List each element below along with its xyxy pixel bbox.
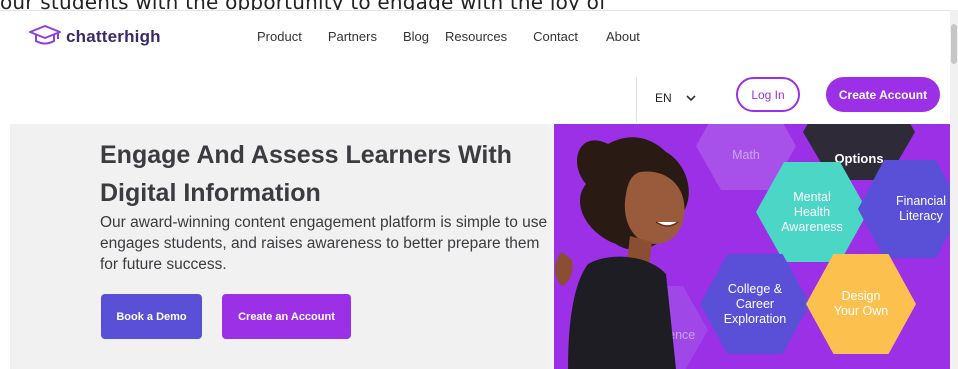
graduation-cap-icon <box>28 24 62 50</box>
create-an-account-button[interactable]: Create an Account <box>222 294 351 339</box>
nav-item-about[interactable]: About <box>606 29 640 44</box>
chevron-down-icon <box>686 91 696 105</box>
nav-item-resources[interactable]: Resources <box>445 29 507 44</box>
site-header: chatterhigh Product Partners Blog Resour… <box>0 10 950 125</box>
book-demo-button[interactable]: Book a Demo <box>101 294 202 339</box>
page-scrollbar[interactable] <box>950 10 958 369</box>
create-account-button[interactable]: Create Account <box>826 77 940 112</box>
logo-text: chatterhigh <box>66 27 161 46</box>
hero-title-line1: Engage And Assess Learners With <box>100 141 512 169</box>
language-selector[interactable]: EN <box>655 91 696 105</box>
hero-text: Engage And Assess Learners With Digital … <box>100 136 560 275</box>
scrollbar-thumb[interactable] <box>951 24 957 64</box>
login-button[interactable]: Log In <box>736 77 800 112</box>
hero-title-line2: Digital Information <box>100 179 321 207</box>
language-value: EN <box>655 91 672 105</box>
nav-item-blog[interactable]: Blog <box>403 29 429 44</box>
nav-item-product[interactable]: Product <box>257 29 302 44</box>
woman-illustration <box>548 124 689 369</box>
logo[interactable]: chatterhigh <box>28 24 161 50</box>
hero-illustration: Math Science Options Mental Health Aware… <box>548 124 950 369</box>
main-menu: Product Partners Blog Resources Contact … <box>257 29 640 44</box>
nav-item-contact[interactable]: Contact <box>533 29 578 44</box>
header-divider <box>636 77 637 122</box>
nav-item-partners[interactable]: Partners <box>328 29 377 44</box>
hero-subtitle: Our award-winning content engagement pla… <box>100 214 552 273</box>
